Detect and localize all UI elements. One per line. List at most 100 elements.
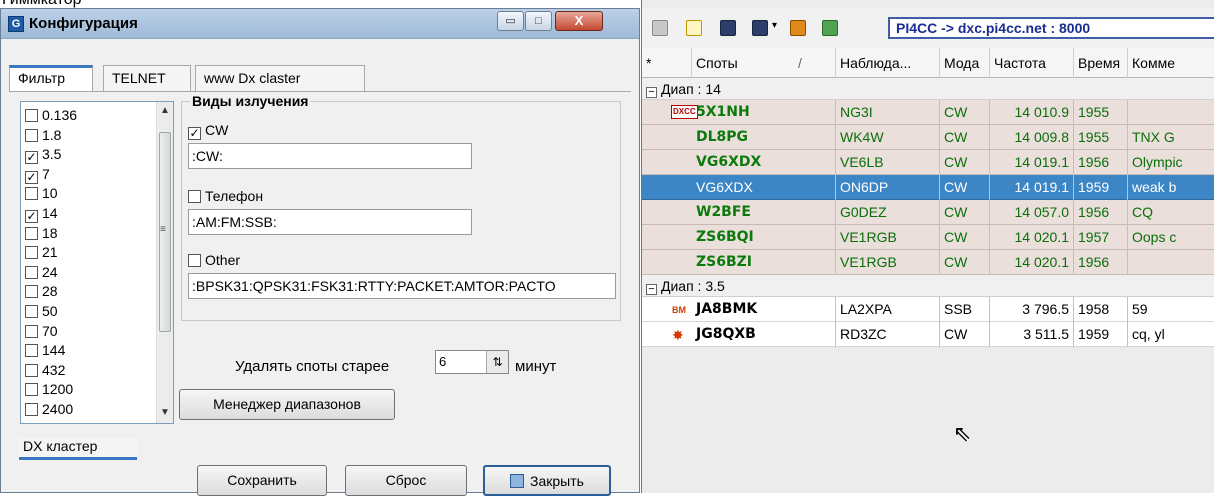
save-button[interactable]: Сохранить	[197, 465, 327, 496]
spot-row[interactable]: DXCC 5X1NH NG3I CW 14 010.9 1955	[642, 100, 1214, 125]
band-checkbox[interactable]	[25, 109, 38, 122]
band-checkbox[interactable]	[25, 285, 38, 299]
band-item[interactable]: 2400	[25, 401, 73, 417]
band-manager-button[interactable]: Менеджер диапазонов	[179, 389, 395, 420]
cw-modes-input[interactable]: :CW:	[188, 143, 472, 169]
band-group-row[interactable]: − Диап : 14	[642, 78, 1214, 100]
dx-spot-icon[interactable]	[790, 20, 806, 36]
band-item[interactable]: 70	[25, 323, 58, 339]
tab-dx-cluster[interactable]: DX кластер	[19, 438, 137, 460]
spot-filter-icon[interactable]	[720, 20, 736, 36]
band-list: 0.136 1.8 ✓ 3.5 ✓ 7 10 ✓ 14 18 21 24 28 50 70 144 432 120…	[20, 101, 174, 424]
band-item[interactable]: 28	[25, 283, 58, 299]
band-checkbox[interactable]	[25, 305, 38, 318]
col-time[interactable]: Время	[1074, 48, 1128, 78]
spot-row[interactable]: VG6XDX VE6LB CW 14 019.1 1956 Olympic	[642, 150, 1214, 175]
band-item[interactable]: 0.136	[25, 107, 77, 123]
cell-obs: LA2XPA	[836, 297, 940, 322]
maximize-button[interactable]: □	[525, 11, 552, 31]
col-observer[interactable]: Наблюда...	[836, 48, 940, 78]
new-document-icon[interactable]	[686, 20, 702, 36]
tab-filter[interactable]: Фильтр	[9, 65, 93, 91]
band-checkbox[interactable]	[25, 226, 38, 240]
other-option[interactable]: Other	[188, 252, 240, 268]
col-mode[interactable]: Мода	[940, 48, 990, 78]
dropdown-arrow-icon[interactable]: ▾	[772, 20, 777, 31]
cell-obs: RD3ZC	[836, 322, 940, 347]
spot-row[interactable]: W2BFE G0DEZ CW 14 057.0 1956 CQ	[642, 200, 1214, 225]
spinner-arrows-icon[interactable]: ⇅	[486, 351, 508, 373]
other-modes-input[interactable]: :BPSK31:QPSK31:FSK31:RTTY:PACKET:AMTOR:P…	[188, 273, 616, 299]
band-item[interactable]: 18	[25, 225, 58, 241]
band-label: 14	[42, 205, 58, 221]
phone-modes-input[interactable]: :AM:FM:SSB:	[188, 209, 472, 235]
cw-checkbox[interactable]: ✓	[188, 127, 201, 140]
tab-www-dx-claster[interactable]: www Dx claster	[195, 65, 365, 91]
close-button-label: Закрыть	[530, 473, 584, 489]
cell-time: 1956	[1074, 200, 1128, 225]
cw-option[interactable]: ✓ CW	[188, 122, 228, 140]
new-spot-burst-icon: ✸	[672, 327, 684, 343]
band-checkbox[interactable]	[25, 363, 38, 377]
phone-checkbox[interactable]	[188, 190, 201, 203]
col-star[interactable]: *	[642, 48, 692, 78]
cell-call: VG6XDX	[692, 150, 836, 175]
band-checkbox[interactable]	[25, 344, 38, 358]
band-item[interactable]: ✓ 7	[25, 165, 50, 184]
band-item[interactable]: ✓ 3.5	[25, 146, 61, 165]
band-checkbox[interactable]	[25, 403, 38, 416]
spot-row[interactable]: DL8PG WK4W CW 14 009.8 1955 TNX G	[642, 125, 1214, 150]
cell-obs: VE1RGB	[836, 225, 940, 250]
band-label: 7	[42, 165, 50, 182]
spot-row[interactable]: ZS6BZI VE1RGB CW 14 020.1 1956	[642, 250, 1214, 275]
other-checkbox[interactable]	[188, 254, 201, 267]
close-button[interactable]: Закрыть	[483, 465, 611, 496]
band-checkbox[interactable]	[25, 324, 38, 338]
tab-telnet[interactable]: TELNET	[103, 65, 191, 91]
server-connection-box[interactable]: PI4CC -> dxc.pi4cc.net : 8000	[888, 17, 1214, 39]
band-checkbox[interactable]: ✓	[25, 210, 38, 223]
band-item[interactable]: 24	[25, 264, 58, 280]
band-item[interactable]: 432	[25, 362, 65, 378]
band-checkbox[interactable]	[25, 246, 38, 260]
collapse-icon[interactable]: −	[646, 284, 657, 295]
col-frequency[interactable]: Частота	[990, 48, 1074, 78]
new-spot-burst-icon: BM	[672, 305, 686, 315]
col-spots[interactable]: Споты	[692, 48, 794, 78]
band-group-row[interactable]: − Диап : 3.5	[642, 275, 1214, 297]
delete-minutes-value[interactable]: 6	[439, 354, 446, 369]
grid-icon[interactable]	[652, 20, 668, 36]
band-label: 50	[42, 303, 58, 319]
band-item[interactable]: 21	[25, 244, 58, 260]
delete-minutes-spinner[interactable]: 6 ⇅	[435, 350, 509, 374]
band-checkbox[interactable]	[25, 187, 38, 201]
band-item[interactable]: 1.8	[25, 127, 61, 143]
col-comment[interactable]: Комме	[1128, 48, 1214, 78]
band-checkbox[interactable]: ✓	[25, 151, 38, 165]
phone-option[interactable]: Телефон	[188, 188, 263, 204]
minimize-button[interactable]: ▭	[497, 11, 524, 31]
scroll-up-icon[interactable]: ▲	[160, 105, 170, 116]
band-item[interactable]: 144	[25, 342, 65, 358]
band-checkbox[interactable]	[25, 383, 38, 397]
band-item[interactable]: 1200	[25, 381, 73, 397]
spot-options-icon[interactable]	[752, 20, 768, 36]
cell-comment: TNX G	[1128, 125, 1214, 150]
spot-row[interactable]: BM JA8BMK LA2XPA SSB 3 796.5 1958 59	[642, 297, 1214, 322]
spot-row[interactable]: ✸ JG8QXB RD3ZC CW 3 511.5 1959 cq, yl	[642, 322, 1214, 347]
close-window-button[interactable]: X	[555, 11, 603, 31]
band-checkbox[interactable]	[25, 265, 38, 279]
spot-row[interactable]: VG6XDX ON6DP CW 14 019.1 1959 weak b	[642, 175, 1214, 200]
tree-view-icon[interactable]	[822, 20, 838, 36]
collapse-icon[interactable]: −	[646, 87, 657, 98]
scroll-down-icon[interactable]: ▼	[160, 407, 170, 418]
window-title: Конфигурация	[29, 15, 138, 32]
band-item[interactable]: 10	[25, 185, 58, 201]
band-item[interactable]: ✓ 14	[25, 205, 58, 223]
reset-button[interactable]: Сброс	[345, 465, 467, 496]
band-item[interactable]: 50	[25, 303, 58, 319]
spot-row[interactable]: ZS6BQI VE1RGB CW 14 020.1 1957 Oops c	[642, 225, 1214, 250]
band-checkbox[interactable]: ✓	[25, 170, 38, 184]
band-list-scrollbar[interactable]: ▲ ≡ ▼	[156, 102, 173, 423]
band-checkbox[interactable]	[25, 128, 38, 142]
